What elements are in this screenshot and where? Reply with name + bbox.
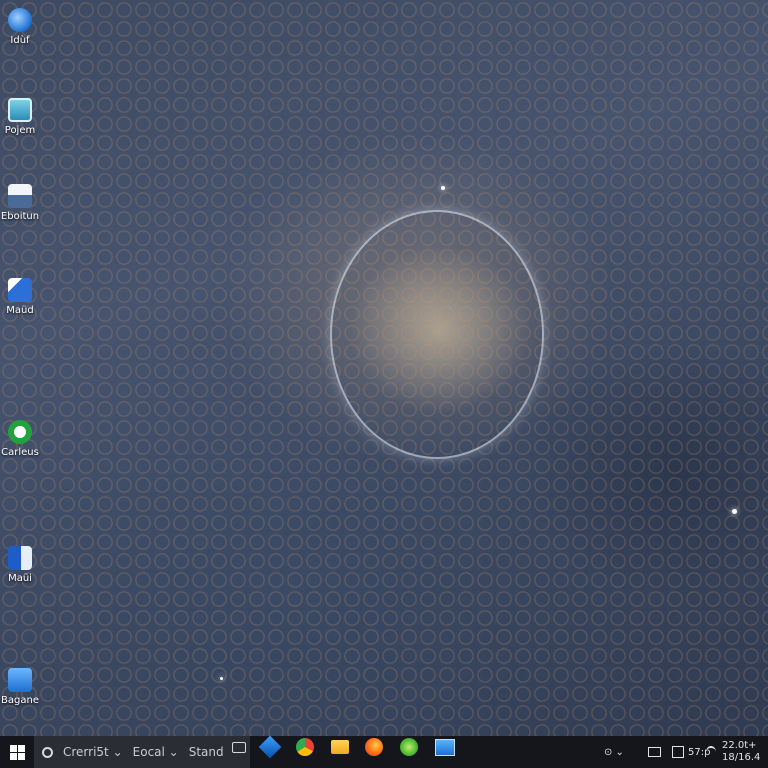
explorer-icon: [435, 738, 455, 756]
desktop-icon-printer[interactable]: Eboitun: [0, 184, 40, 223]
network-icon: [8, 8, 32, 32]
taskview-button[interactable]: [228, 736, 250, 758]
desktop-icon-label: Maüd: [6, 305, 34, 316]
firefox-icon: [365, 738, 383, 756]
tray-indicator[interactable]: ⊙ ⌄: [604, 736, 624, 768]
desktop-icon-label: Maüi: [8, 573, 32, 584]
pinned-green-app[interactable]: [398, 736, 420, 758]
star: [220, 677, 223, 680]
pen-icon: [258, 735, 282, 759]
clock-date: 18/16.4: [722, 752, 761, 763]
media-icon: [8, 278, 32, 302]
keyboard-icon: [648, 747, 661, 757]
desktop-icon-label: Eboitun: [0, 211, 40, 222]
word-icon: [8, 546, 32, 570]
tray-indicator-text: ⊙ ⌄: [604, 746, 624, 758]
star: [441, 186, 445, 190]
pinned-firefox[interactable]: [363, 736, 385, 758]
tray-language[interactable]: 57:p: [672, 736, 710, 768]
tray-network[interactable]: [706, 736, 716, 768]
search-item-1[interactable]: Crerri5t ⌄: [63, 745, 123, 759]
recycle-icon: [8, 420, 32, 444]
star: [732, 509, 737, 514]
taskbar: Crerri5t ⌄ Eocal ⌄ Stand ⊙ ⌄ 57:p 22.0t+…: [0, 735, 768, 768]
folder-icon: [331, 740, 349, 754]
pinned-chrome[interactable]: [294, 736, 316, 758]
tray-clock[interactable]: 22.0t+ 18/16.4: [722, 736, 768, 768]
search-item-3[interactable]: Stand: [189, 745, 224, 759]
network-tray-icon: [706, 746, 716, 758]
tray-keyboard[interactable]: [648, 736, 661, 768]
green-app-icon: [400, 738, 418, 756]
pinned-folder[interactable]: [329, 736, 351, 758]
user-icon: [8, 668, 32, 692]
printer-icon: [8, 184, 32, 208]
pinned-explorer[interactable]: [434, 736, 456, 758]
desktop-icon-label: Pojem: [4, 125, 36, 136]
taskview-icon: [232, 741, 246, 753]
desktop-icon-label: Idùf: [10, 35, 30, 46]
desktop-icon-recycle[interactable]: Carleus: [0, 420, 40, 459]
search-item-2[interactable]: Eocal ⌄: [133, 745, 179, 759]
desktop-wallpaper: Idùf Pojem Eboitun Maüd Carleus Maüi Bag…: [0, 0, 768, 736]
calendar-icon: [672, 746, 684, 758]
search-icon: [42, 746, 53, 758]
desktop-icon-word[interactable]: Maüi: [0, 546, 40, 585]
monitor-icon: [8, 98, 32, 122]
desktop-icon-label: Bagane: [1, 695, 39, 706]
clock-time: 22.0t+: [722, 740, 757, 751]
desktop-icon-network[interactable]: Idùf: [0, 8, 40, 47]
search-bar[interactable]: Crerri5t ⌄ Eocal ⌄ Stand: [34, 736, 250, 768]
pinned-pen-app[interactable]: [258, 735, 282, 759]
windows-logo-icon: [9, 744, 25, 760]
desktop-icon-user[interactable]: Bagane: [0, 668, 40, 707]
desktop-icon-media[interactable]: Maüd: [0, 278, 40, 317]
chrome-icon: [296, 738, 314, 756]
desktop-icon-label: Carleus: [1, 447, 39, 458]
desktop-icon-computer[interactable]: Pojem: [0, 98, 40, 137]
start-button[interactable]: [0, 736, 34, 768]
